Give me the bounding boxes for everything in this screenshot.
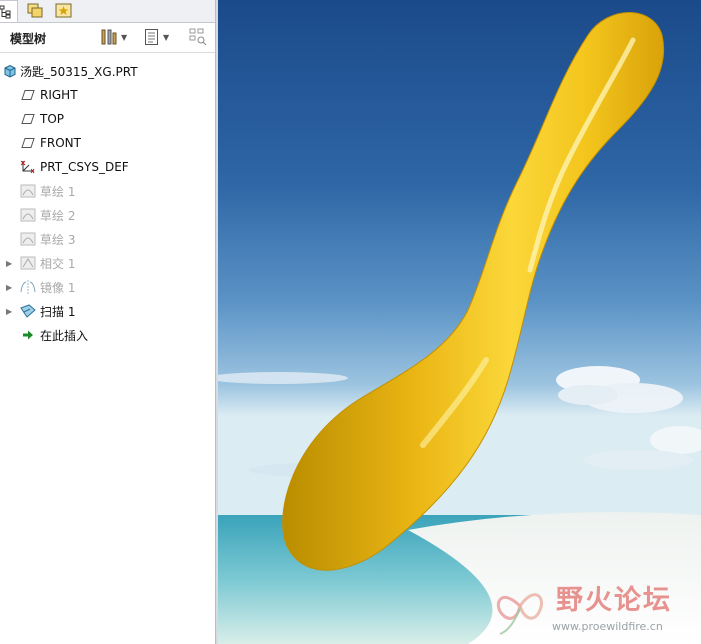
- insert-here-arrow-icon: [20, 327, 36, 343]
- tree-item-label: TOP: [40, 112, 65, 126]
- intersect-icon: [20, 255, 36, 271]
- sketch-icon: [20, 231, 36, 247]
- model-tree-panel: 模型树 ▼ ▼ 汤匙_50315_XG.PRT RIGHT TOP FRONT …: [0, 0, 215, 644]
- list-document-icon: [145, 29, 158, 45]
- tree-item-front[interactable]: FRONT: [0, 132, 215, 154]
- tools-icon: [101, 29, 117, 45]
- watermark-url: www.proewildfire.cn: [552, 620, 663, 633]
- tree-item-label: 相交 1: [40, 256, 76, 271]
- tree-item-label: 草绘 3: [40, 232, 76, 247]
- model-tree-tab-icon: [0, 5, 11, 18]
- panel-header: 模型树 ▼ ▼: [0, 22, 215, 53]
- datum-plane-icon: [20, 87, 36, 103]
- show-options-button[interactable]: ▼: [144, 27, 169, 47]
- tree-item-top[interactable]: TOP: [0, 108, 215, 130]
- layers-icon: [27, 3, 43, 17]
- panel-tab-strip: [0, 0, 215, 23]
- sketch-icon: [20, 183, 36, 199]
- graphics-viewport[interactable]: 野火论坛 www.proewildfire.cn: [218, 0, 701, 644]
- layers-tab[interactable]: [24, 0, 48, 21]
- tree-item-sketch-3[interactable]: 草绘 3: [0, 228, 215, 250]
- favorites-tab[interactable]: [52, 0, 76, 21]
- csys-icon: [20, 159, 36, 175]
- mirror-icon: [20, 279, 36, 295]
- datum-plane-icon: [20, 135, 36, 151]
- watermark-title: 野火论坛: [556, 585, 672, 616]
- tree-filter-icon: [189, 28, 207, 46]
- tree-item-label: 镜像 1: [40, 280, 76, 295]
- tree-root-label: 汤匙_50315_XG.PRT: [20, 64, 138, 79]
- butterfly-logo-icon: [496, 593, 543, 635]
- tree-item-label: 扫描 1: [40, 304, 76, 319]
- tree-item-sweep-1[interactable]: ▶ 扫描 1: [0, 300, 215, 322]
- tree-item-intersect-1[interactable]: ▶ 相交 1: [0, 252, 215, 274]
- tree-item-label: FRONT: [40, 136, 81, 150]
- tree-item-label: 草绘 1: [40, 184, 76, 199]
- sweep-icon: [20, 303, 36, 319]
- tree-item-sketch-2[interactable]: 草绘 2: [0, 204, 215, 226]
- chevron-down-icon: ▼: [163, 32, 170, 42]
- tree-item-mirror-1[interactable]: ▶ 镜像 1: [0, 276, 215, 298]
- tree-filter-button[interactable]: [188, 27, 208, 47]
- expand-arrow-icon[interactable]: ▶: [6, 283, 14, 292]
- model-tree-tab[interactable]: [0, 0, 18, 22]
- tree-item-label: 在此插入: [40, 328, 89, 343]
- tree-item-label: RIGHT: [40, 88, 78, 102]
- forum-watermark: 野火论坛 www.proewildfire.cn: [490, 576, 695, 636]
- tree-settings-button[interactable]: ▼: [100, 27, 127, 47]
- tree-item-label: 草绘 2: [40, 208, 76, 223]
- part-icon: [2, 63, 18, 79]
- chevron-down-icon: ▼: [121, 32, 128, 42]
- panel-title: 模型树: [10, 32, 47, 46]
- tree-item-sketch-1[interactable]: 草绘 1: [0, 180, 215, 202]
- tree-item-csys[interactable]: PRT_CSYS_DEF: [0, 156, 215, 178]
- tree-root-part[interactable]: 汤匙_50315_XG.PRT: [0, 60, 215, 82]
- expand-arrow-icon[interactable]: ▶: [6, 307, 14, 316]
- tree-item-label: PRT_CSYS_DEF: [40, 160, 129, 174]
- tree-item-right[interactable]: RIGHT: [0, 84, 215, 106]
- sketch-icon: [20, 207, 36, 223]
- favorites-icon: [55, 3, 72, 17]
- expand-arrow-icon[interactable]: ▶: [6, 259, 14, 268]
- datum-plane-icon: [20, 111, 36, 127]
- tree-item-insert-here[interactable]: 在此插入: [0, 324, 215, 346]
- viewport-scene: [218, 0, 701, 644]
